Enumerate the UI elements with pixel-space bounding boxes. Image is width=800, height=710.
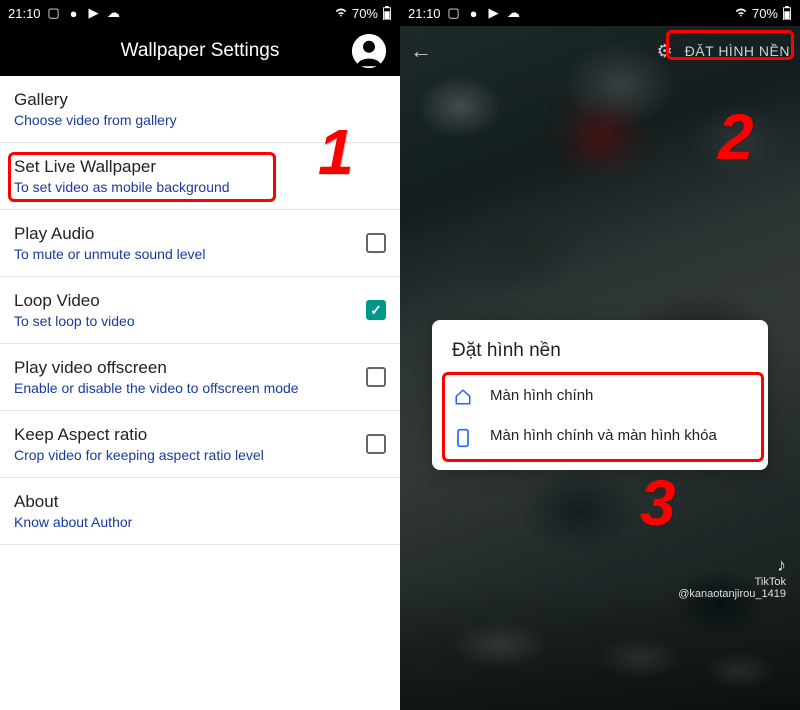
battery-icon	[782, 6, 792, 20]
phone-icon	[454, 426, 472, 448]
setting-subtitle: To set video as mobile background	[14, 179, 386, 195]
setting-gallery[interactable]: Gallery Choose video from gallery	[0, 76, 400, 143]
page-title: Wallpaper Settings	[121, 40, 280, 62]
status-battery: 70%	[352, 6, 378, 21]
wifi-icon	[734, 6, 748, 20]
setting-aspect-ratio[interactable]: Keep Aspect ratio Crop video for keeping…	[0, 411, 400, 478]
picture-icon: ▢	[447, 6, 461, 20]
checkbox-loop-video[interactable]	[366, 300, 386, 320]
tiktok-logo-icon: ♪	[678, 555, 786, 576]
setting-subtitle: Choose video from gallery	[14, 112, 386, 128]
phone-screen-2: 21:10 ▢ ● ▶ ☁ 70% ← ⚙ ĐẶT HÌNH NỀN ♪ Tik…	[400, 0, 800, 710]
dot-icon: ●	[67, 6, 81, 20]
apply-wallpaper-button[interactable]: ĐẶT HÌNH NỀN	[685, 43, 790, 59]
battery-icon	[382, 6, 392, 20]
setting-title: Gallery	[14, 90, 386, 110]
setting-title: Play Audio	[14, 224, 354, 244]
dialog-option-home-lock[interactable]: Màn hình chính và màn hình khóa	[448, 416, 752, 458]
checkbox-aspect-ratio[interactable]	[366, 434, 386, 454]
setting-subtitle: Know about Author	[14, 514, 386, 530]
setting-title: About	[14, 492, 386, 512]
setting-title: Play video offscreen	[14, 358, 354, 378]
dialog-option-label: Màn hình chính	[490, 386, 593, 406]
setting-subtitle: Enable or disable the video to offscreen…	[14, 380, 354, 396]
youtube-icon: ▶	[87, 6, 101, 20]
setting-title: Set Live Wallpaper	[14, 157, 386, 177]
status-time: 21:10	[408, 6, 441, 21]
tiktok-brand: TikTok	[678, 576, 786, 588]
phone-screen-1: 21:10 ▢ ● ▶ ☁ 70% Wallpaper Settings Gal…	[0, 0, 400, 710]
cloud-icon: ☁	[507, 6, 521, 20]
back-icon[interactable]: ←	[410, 38, 432, 64]
status-battery: 70%	[752, 6, 778, 21]
setting-set-live-wallpaper[interactable]: Set Live Wallpaper To set video as mobil…	[0, 143, 400, 210]
tiktok-watermark: ♪ TikTok @kanaotanjirou_1419	[678, 555, 786, 600]
wifi-icon	[334, 6, 348, 20]
setting-subtitle: To set loop to video	[14, 313, 354, 329]
checkbox-play-audio[interactable]	[366, 233, 386, 253]
app-header: Wallpaper Settings	[0, 26, 400, 76]
dot-icon: ●	[467, 6, 481, 20]
settings-list: Gallery Choose video from gallery Set Li…	[0, 76, 400, 545]
setting-loop-video[interactable]: Loop Video To set loop to video	[0, 277, 400, 344]
set-wallpaper-dialog: Đặt hình nền Màn hình chính Màn hình chí…	[432, 320, 768, 470]
setting-about[interactable]: About Know about Author	[0, 478, 400, 545]
dialog-title: Đặt hình nền	[448, 340, 752, 362]
checkbox-offscreen[interactable]	[366, 367, 386, 387]
preview-header: ← ⚙ ĐẶT HÌNH NỀN	[400, 26, 800, 76]
setting-play-audio[interactable]: Play Audio To mute or unmute sound level	[0, 210, 400, 277]
setting-play-offscreen[interactable]: Play video offscreen Enable or disable t…	[0, 344, 400, 411]
status-bar: 21:10 ▢ ● ▶ ☁ 70%	[400, 0, 800, 26]
cloud-icon: ☁	[107, 6, 121, 20]
youtube-icon: ▶	[487, 6, 501, 20]
setting-subtitle: To mute or unmute sound level	[14, 246, 354, 262]
picture-icon: ▢	[47, 6, 61, 20]
status-bar: 21:10 ▢ ● ▶ ☁ 70%	[0, 0, 400, 26]
dialog-option-home[interactable]: Màn hình chính	[448, 376, 752, 416]
home-icon	[454, 386, 472, 406]
gear-icon[interactable]: ⚙	[657, 41, 673, 62]
setting-title: Loop Video	[14, 291, 354, 311]
setting-title: Keep Aspect ratio	[14, 425, 354, 445]
setting-subtitle: Crop video for keeping aspect ratio leve…	[14, 447, 354, 463]
dialog-option-label: Màn hình chính và màn hình khóa	[490, 426, 717, 446]
avatar[interactable]	[352, 34, 386, 68]
status-time: 21:10	[8, 6, 41, 21]
tiktok-user: @kanaotanjirou_1419	[678, 588, 786, 600]
